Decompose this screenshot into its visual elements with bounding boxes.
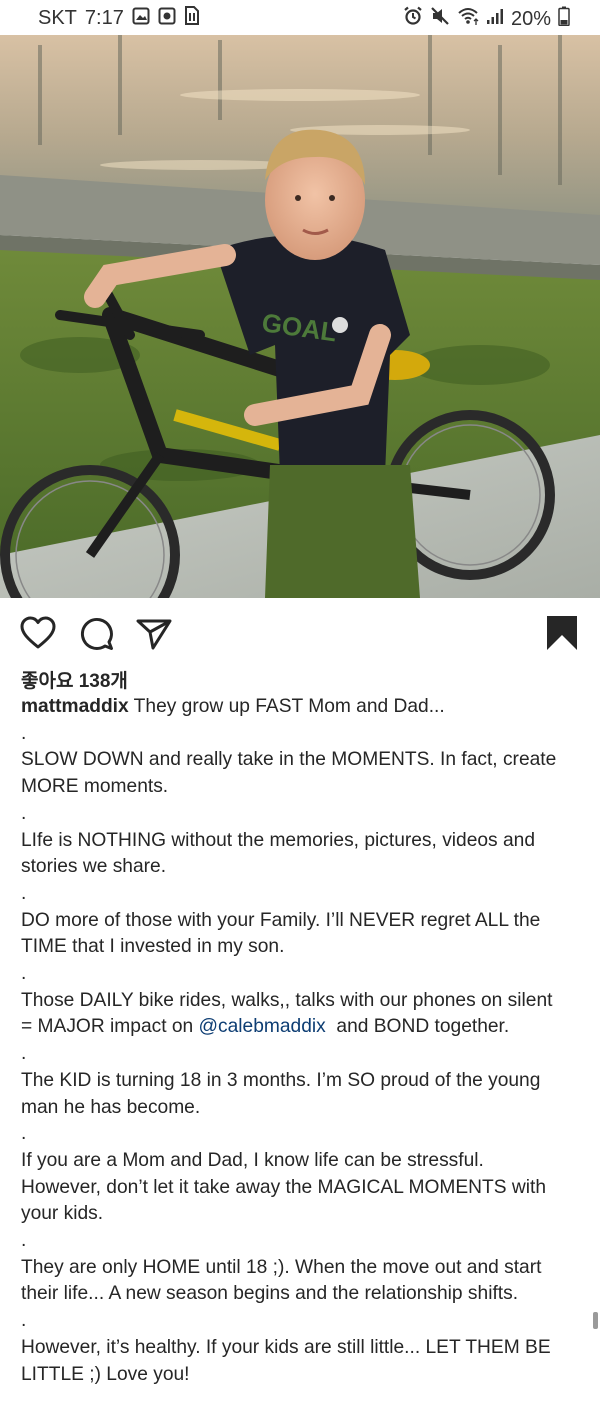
post-photo[interactable]: GOAL [0, 35, 600, 598]
caption-line: However, don’t let it take away the MAGI… [21, 1176, 546, 1198]
mention-link[interactable]: @calebmaddix [199, 1016, 326, 1037]
caption-line: LITTLE ;) Love you! [21, 1363, 190, 1385]
status-bar: SKT 7:17 20% [0, 0, 600, 35]
caption-line: . [21, 802, 27, 824]
comment-icon[interactable] [80, 617, 114, 656]
caption-line: TIME that I invested in my son. [21, 936, 285, 958]
caption-body: . The KID is turning 18 in 3 months. I’m … [21, 1041, 581, 1388]
caption-text: They grow up FAST Mom and Dad... [128, 696, 445, 717]
caption-line: If you are a Mom and Dad, I know life ca… [21, 1149, 484, 1171]
caption-line: . [21, 1230, 27, 1252]
caption-body: . SLOW DOWN and really take in the MOMENT… [21, 721, 581, 1015]
record-icon [158, 7, 176, 31]
status-left: SKT 7:17 [38, 6, 200, 31]
scrollbar-thumb[interactable] [593, 1312, 598, 1329]
caption-line: man he has become. [21, 1096, 201, 1118]
mute-icon [430, 6, 450, 32]
caption-line: However, it’s healthy. If your kids are … [21, 1336, 551, 1358]
bookmark-icon[interactable] [546, 615, 578, 656]
caption-line: LIfe is NOTHING without the memories, pi… [21, 829, 535, 851]
signal-icon [486, 7, 504, 31]
likes-count[interactable]: 좋아요 138개 [21, 666, 128, 693]
caption-line: your kids. [21, 1203, 104, 1225]
caption-line: . [21, 882, 27, 904]
battery-icon [558, 6, 570, 32]
caption-line: . [21, 963, 27, 985]
wifi-icon [457, 6, 479, 32]
caption-line: stories we share. [21, 856, 167, 878]
carrier-label: SKT [38, 7, 77, 29]
post-caption: mattmaddix They grow up FAST Mom and Dad… [21, 694, 581, 1388]
caption-line: their life... A new season begins and th… [21, 1283, 519, 1305]
alarm-icon [403, 6, 423, 32]
caption-first-line: mattmaddix They grow up FAST Mom and Dad… [21, 694, 581, 721]
caption-line: . [21, 722, 27, 744]
caption-line: . [21, 1123, 27, 1145]
heart-icon[interactable] [20, 616, 56, 655]
post-action-bar [0, 598, 600, 666]
caption-line: DO more of those with your Family. I’ll … [21, 909, 541, 931]
caption-line: . [21, 1043, 27, 1065]
username-link[interactable]: mattmaddix [21, 696, 129, 717]
caption-mention-line: = MAJOR impact on @calebmaddix and BOND … [21, 1014, 581, 1041]
caption-line: . [21, 1310, 27, 1332]
share-icon[interactable] [136, 618, 172, 655]
status-right: 20% [403, 6, 570, 32]
time-label: 7:17 [84, 7, 124, 29]
caption-line: Those DAILY bike rides, walks,, talks wi… [21, 989, 553, 1011]
gallery-icon [132, 7, 150, 31]
caption-line: SLOW DOWN and really take in the MOMENTS… [21, 749, 557, 771]
caption-text: and BOND together. [325, 1016, 510, 1038]
battery-percent: 20% [510, 7, 551, 30]
sim-icon [184, 6, 200, 31]
caption-line: They are only HOME until 18 ;). When the… [21, 1256, 542, 1278]
caption-line: MORE moments. [21, 776, 169, 798]
caption-line: The KID is turning 18 in 3 months. I’m S… [21, 1069, 541, 1091]
boy-with-bike-image: GOAL [0, 35, 600, 598]
caption-text: = MAJOR impact on [21, 1016, 199, 1038]
